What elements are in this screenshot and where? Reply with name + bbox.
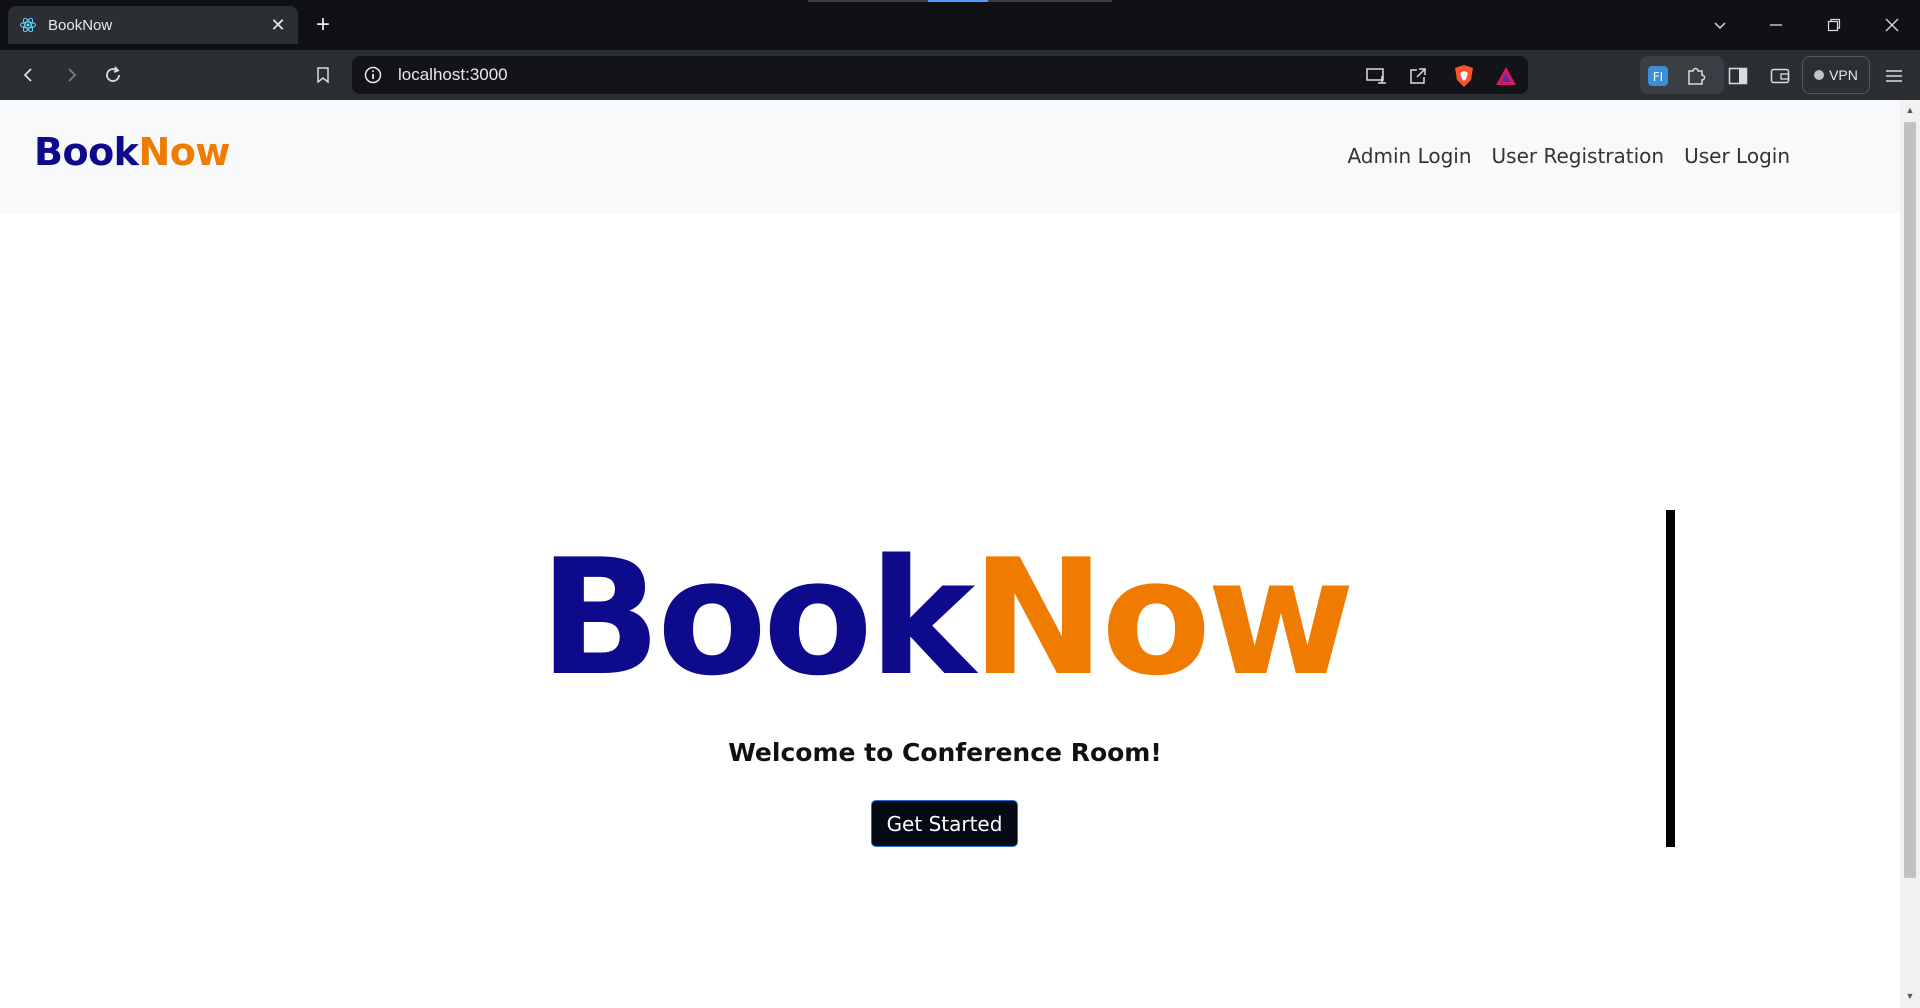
site-navbar: BookNow Admin Login User Registration Us… <box>0 100 1900 214</box>
close-icon[interactable]: ✕ <box>268 15 288 35</box>
hero-title-book: Book <box>539 524 975 711</box>
brand-part-now: Now <box>138 130 230 174</box>
browser-tab[interactable]: BookNow ✕ <box>8 6 298 44</box>
browser-tabstrip: BookNow ✕ + <box>0 0 1920 50</box>
extensions-puzzle-icon[interactable] <box>1684 64 1708 88</box>
scroll-up-icon[interactable]: ▲ <box>1904 104 1916 116</box>
brand-logo[interactable]: BookNow <box>34 130 230 174</box>
hero-subtitle: Welcome to Conference Room! <box>728 738 1162 767</box>
menu-icon[interactable] <box>1882 64 1906 88</box>
vpn-button[interactable]: VPN <box>1802 56 1870 94</box>
reload-icon[interactable] <box>98 60 128 90</box>
loading-indicator <box>808 0 1112 2</box>
url-text: localhost:3000 <box>398 65 508 84</box>
forward-icon[interactable] <box>56 60 86 90</box>
brave-rewards-icon[interactable] <box>1494 64 1518 88</box>
nav-user-login[interactable]: User Login <box>1684 144 1790 168</box>
window-close-icon[interactable] <box>1864 0 1920 50</box>
address-bar[interactable]: localhost:3000 <box>352 56 1528 94</box>
nav-links: Admin Login User Registration User Login <box>1347 144 1790 168</box>
brave-shield-icon[interactable] <box>1452 64 1476 88</box>
new-tab-icon[interactable]: + <box>310 11 336 38</box>
wallet-icon[interactable] <box>1768 64 1792 88</box>
react-icon <box>18 15 38 35</box>
tab-search-icon[interactable] <box>1692 0 1748 50</box>
scroll-down-icon[interactable]: ▼ <box>1904 990 1916 1002</box>
sidebar-toggle-icon[interactable] <box>1726 64 1750 88</box>
hero-title-now: Now <box>971 524 1355 711</box>
cast-icon[interactable] <box>1364 64 1388 88</box>
tab-title: BookNow <box>48 16 113 34</box>
bookmark-icon[interactable] <box>308 60 338 90</box>
vpn-status-icon <box>1814 70 1825 80</box>
get-started-button[interactable]: Get Started <box>871 800 1018 847</box>
minimize-icon[interactable] <box>1748 0 1804 50</box>
vpn-label: VPN <box>1829 67 1858 83</box>
site-info-icon[interactable] <box>362 64 384 86</box>
back-icon[interactable] <box>14 60 44 90</box>
hero-title: BookNow <box>0 538 1890 698</box>
scrollbar-thumb[interactable] <box>1904 122 1916 878</box>
fi-extension-icon[interactable]: FI <box>1646 64 1670 88</box>
svg-text:FI: FI <box>1653 70 1663 84</box>
nav-admin-login[interactable]: Admin Login <box>1347 144 1471 168</box>
share-icon[interactable] <box>1406 64 1430 88</box>
restore-icon[interactable] <box>1806 0 1862 50</box>
brand-part-book: Book <box>34 130 139 174</box>
page-viewport: BookNow Admin Login User Registration Us… <box>0 100 1900 1008</box>
vertical-divider <box>1666 510 1675 847</box>
nav-user-registration[interactable]: User Registration <box>1492 144 1665 168</box>
